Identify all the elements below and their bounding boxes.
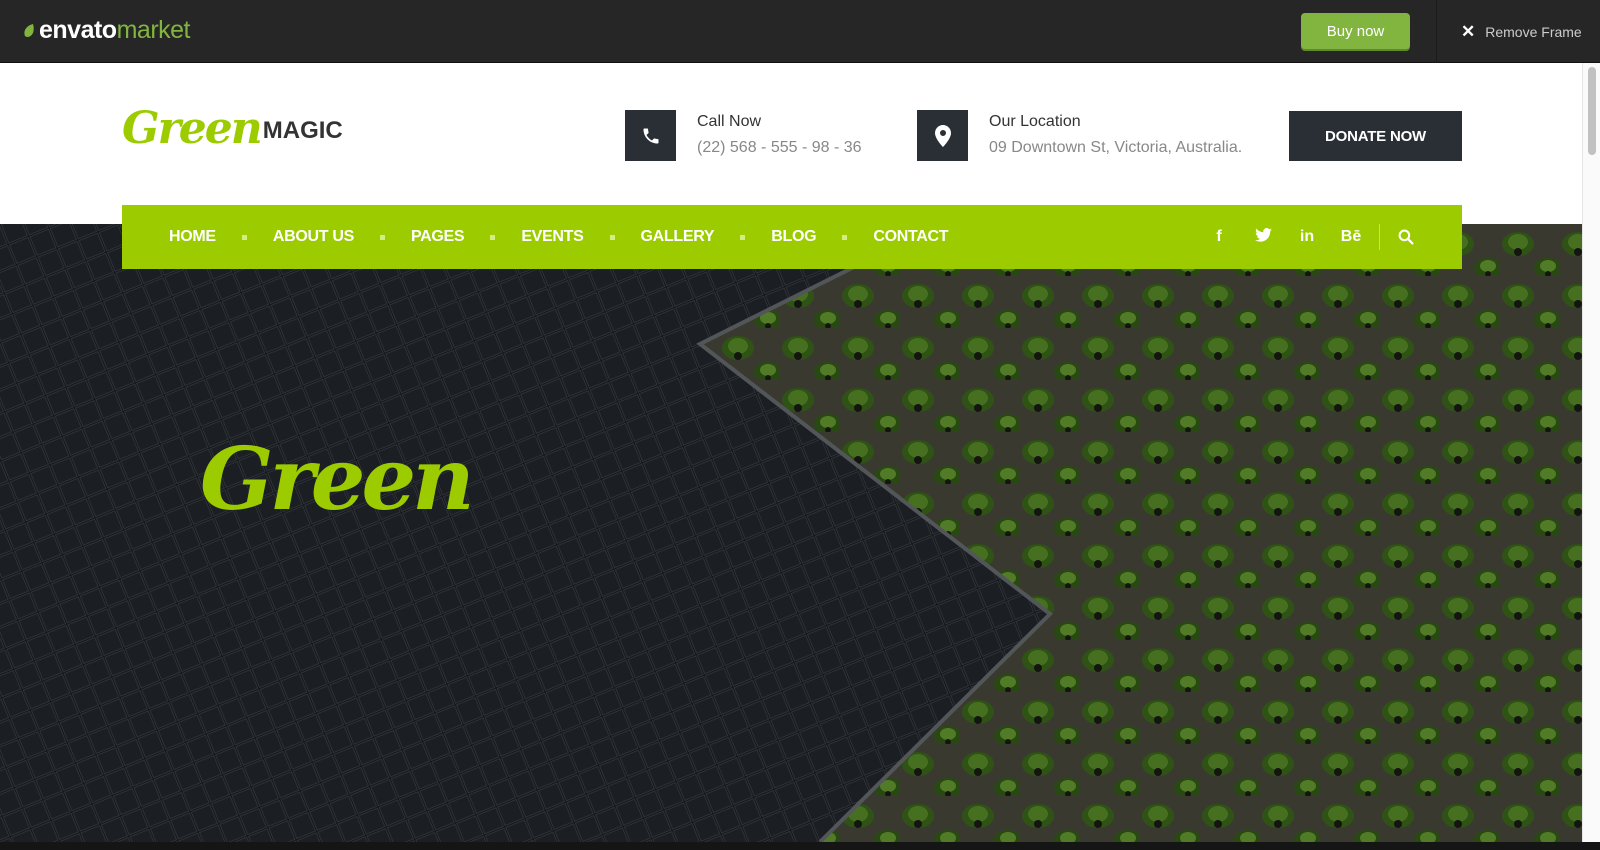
nav-separator (842, 234, 848, 240)
nav-item-blog[interactable]: BLOG (771, 228, 816, 246)
nav-separator (740, 234, 746, 240)
map-pin-icon (917, 110, 968, 161)
envato-top-bar: envato market Buy now ✕ Remove Frame (0, 0, 1600, 63)
donate-now-button[interactable]: DONATE NOW (1289, 111, 1462, 161)
call-now-title: Call Now (697, 113, 762, 130)
nav-item-events[interactable]: EVENTS (521, 228, 584, 246)
location-title: Our Location (989, 113, 1081, 130)
phone-number[interactable]: (22) 568 - 555 - 98 - 36 (697, 139, 862, 157)
envato-leaf-icon (24, 23, 34, 37)
nav-item-home[interactable]: HOME (169, 228, 216, 246)
hero-banner: Green (0, 224, 1582, 842)
buy-now-button[interactable]: Buy now (1301, 13, 1410, 49)
nav-separator (241, 234, 247, 240)
hero-background-image (0, 224, 1582, 842)
search-icon[interactable] (1388, 217, 1424, 257)
nav-social-links: f in Bē (1197, 205, 1424, 269)
location-info: Our Location 09 Downtown St, Victoria, A… (917, 110, 1242, 161)
behance-icon[interactable]: Bē (1329, 228, 1373, 246)
facebook-icon[interactable]: f (1197, 228, 1241, 246)
scrollbar-thumb[interactable] (1588, 67, 1596, 155)
remove-frame-label: Remove Frame (1485, 23, 1582, 40)
envato-logo-accent: market (116, 16, 191, 44)
linkedin-icon[interactable]: in (1285, 228, 1329, 246)
close-icon: ✕ (1461, 21, 1476, 41)
remove-frame-button[interactable]: ✕ Remove Frame (1436, 0, 1600, 63)
nav-divider (1379, 224, 1380, 250)
call-now-info: Call Now (22) 568 - 555 - 98 - 36 (625, 110, 862, 161)
nav-item-contact[interactable]: CONTACT (873, 228, 948, 246)
bottom-strip (0, 842, 1600, 850)
phone-icon (625, 110, 676, 161)
nav-separator (379, 234, 385, 240)
brand-magic: MAGIC (262, 117, 343, 144)
envato-market-logo[interactable]: envato market (22, 16, 191, 45)
nav-item-about-us[interactable]: ABOUT US (273, 228, 354, 246)
location-address: 09 Downtown St, Victoria, Australia. (989, 139, 1243, 156)
nav-menu: HOME ABOUT US PAGES EVENTS GALLERY BLOG CONTAC… (169, 205, 949, 269)
nav-separator (609, 234, 615, 240)
site-header: Green MAGIC Call Now (22) 568 - 555 - 98… (0, 63, 1582, 224)
main-navigation: HOME ABOUT US PAGES EVENTS GALLERY BLOG CONTAC… (122, 205, 1462, 269)
hero-title: Green (200, 429, 475, 530)
site-preview: Green MAGIC Call Now (22) 568 - 555 - 98… (0, 63, 1582, 842)
envato-logo-main: envato (39, 16, 117, 44)
scrollbar[interactable] (1582, 63, 1600, 842)
twitter-icon[interactable] (1241, 227, 1285, 247)
nav-item-pages[interactable]: PAGES (411, 228, 465, 246)
greenmagic-logo[interactable]: Green MAGIC (122, 107, 343, 151)
nav-separator (490, 234, 496, 240)
brand-green: Green (122, 103, 263, 154)
nav-item-gallery[interactable]: GALLERY (641, 228, 715, 246)
